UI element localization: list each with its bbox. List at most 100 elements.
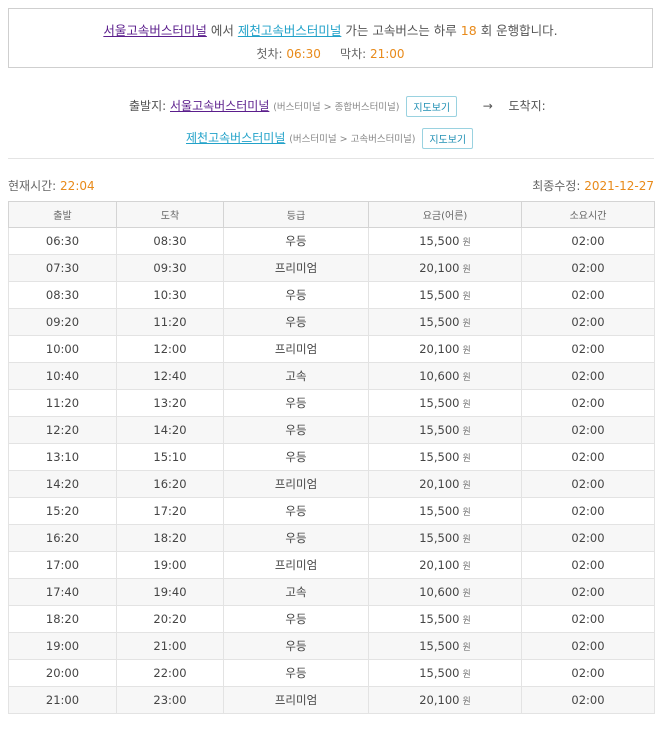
departure-label: 출발지:: [129, 99, 167, 113]
currency-unit: 원: [462, 535, 471, 545]
fare-cell: 20,100 원: [368, 551, 522, 579]
grade-cell: 우등: [223, 497, 369, 525]
grade-cell: 우등: [223, 632, 369, 660]
fare-cell: 15,500 원: [368, 632, 522, 660]
current-time: 현재시간: 22:04: [8, 177, 95, 194]
fare-value: 20,100: [419, 477, 460, 491]
departure-time-cell: 10:00: [8, 335, 117, 363]
fare-value: 15,500: [419, 450, 460, 464]
table-row: 08:30 10:30 우등 15,500 원 02:00: [8, 281, 655, 309]
daily-count: 18: [460, 23, 477, 38]
grade-cell: 우등: [223, 659, 369, 687]
grade-cell: 우등: [223, 605, 369, 633]
arrival-map-button[interactable]: 지도보기: [422, 128, 474, 149]
departure-time-cell: 14:20: [8, 470, 117, 498]
departure-time-cell: 10:40: [8, 362, 117, 390]
arrival-time-cell: 19:00: [116, 551, 224, 579]
grade-cell: 우등: [223, 389, 369, 417]
duration-cell: 02:00: [521, 416, 655, 444]
arrival-time-cell: 15:10: [116, 443, 224, 471]
arrival-path: (버스터미널 > 고속버스터미널): [289, 134, 416, 145]
duration-cell: 02:00: [521, 659, 655, 687]
arrival-time-cell: 14:20: [116, 416, 224, 444]
fare-value: 15,500: [419, 612, 460, 626]
table-row: 21:00 23:00 프리미엄 20,100 원 02:00: [8, 686, 655, 714]
departure-map-button[interactable]: 지도보기: [406, 96, 458, 117]
divider: [8, 158, 654, 159]
departure-time-cell: 17:00: [8, 551, 117, 579]
last-bus-time: 21:00: [369, 47, 405, 61]
departure-time-cell: 15:20: [8, 497, 117, 525]
fare-value: 15,500: [419, 396, 460, 410]
duration-cell: 02:00: [521, 362, 655, 390]
arrival-time-cell: 12:40: [116, 362, 224, 390]
duration-cell: 02:00: [521, 308, 655, 336]
arrival-terminal-link[interactable]: 제천고속버스터미널: [186, 131, 285, 145]
table-row: 06:30 08:30 우등 15,500 원 02:00: [8, 227, 655, 255]
summary-text-1: 에서: [210, 23, 234, 38]
fare-value: 15,500: [419, 315, 460, 329]
departure-terminal-link[interactable]: 서울고속버스터미널: [170, 99, 269, 113]
currency-unit: 원: [462, 508, 471, 518]
header-grade: 등급: [223, 201, 369, 228]
timetable-header-row: 출발 도착 등급 요금(어른) 소요시간: [8, 201, 655, 228]
currency-unit: 원: [462, 697, 471, 707]
duration-cell: 02:00: [521, 686, 655, 714]
route-arrow-icon: →: [482, 99, 493, 113]
duration-cell: 02:00: [521, 443, 655, 471]
arrival-time-cell: 13:20: [116, 389, 224, 417]
fare-cell: 15,500 원: [368, 281, 522, 309]
currency-unit: 원: [462, 373, 471, 383]
currency-unit: 원: [462, 265, 471, 275]
fare-cell: 15,500 원: [368, 227, 522, 255]
grade-cell: 고속: [223, 578, 369, 606]
duration-cell: 02:00: [521, 578, 655, 606]
fare-value: 10,600: [419, 585, 460, 599]
fare-value: 15,500: [419, 639, 460, 653]
last-bus-label: 막차:: [340, 47, 367, 61]
grade-cell: 우등: [223, 308, 369, 336]
departure-time-cell: 20:00: [8, 659, 117, 687]
arrival-time-cell: 09:30: [116, 254, 224, 282]
departure-time-cell: 11:20: [8, 389, 117, 417]
table-row: 15:20 17:20 우등 15,500 원 02:00: [8, 497, 655, 525]
duration-cell: 02:00: [521, 335, 655, 363]
currency-unit: 원: [462, 562, 471, 572]
departure-group: 출발지: 서울고속버스터미널 (버스터미널 > 종합버스터미널) 지도보기 → …: [129, 96, 546, 117]
duration-cell: 02:00: [521, 389, 655, 417]
arrival-group: 제천고속버스터미널 (버스터미널 > 고속버스터미널) 지도보기: [186, 128, 474, 149]
table-row: 12:20 14:20 우등 15,500 원 02:00: [8, 416, 655, 444]
arrival-time-cell: 08:30: [116, 227, 224, 255]
arrival-time-cell: 20:20: [116, 605, 224, 633]
table-row: 19:00 21:00 우등 15,500 원 02:00: [8, 632, 655, 660]
table-row: 11:20 13:20 우등 15,500 원 02:00: [8, 389, 655, 417]
arrival-time-cell: 19:40: [116, 578, 224, 606]
table-row: 10:40 12:40 고속 10,600 원 02:00: [8, 362, 655, 390]
currency-unit: 원: [462, 238, 471, 248]
departure-time-cell: 08:30: [8, 281, 117, 309]
grade-cell: 우등: [223, 227, 369, 255]
departure-time-cell: 17:40: [8, 578, 117, 606]
fare-cell: 15,500 원: [368, 308, 522, 336]
table-row: 14:20 16:20 프리미엄 20,100 원 02:00: [8, 470, 655, 498]
grade-cell: 프리미엄: [223, 254, 369, 282]
from-terminal-link[interactable]: 서울고속버스터미널: [103, 23, 207, 38]
duration-cell: 02:00: [521, 632, 655, 660]
arrival-time-cell: 22:00: [116, 659, 224, 687]
updated-date: 2021-12-27: [584, 179, 654, 193]
table-row: 17:00 19:00 프리미엄 20,100 원 02:00: [8, 551, 655, 579]
currency-unit: 원: [462, 643, 471, 653]
currency-unit: 원: [462, 319, 471, 329]
arrival-time-cell: 12:00: [116, 335, 224, 363]
arrival-time-cell: 21:00: [116, 632, 224, 660]
table-row: 10:00 12:00 프리미엄 20,100 원 02:00: [8, 335, 655, 363]
header-arrival: 도착: [116, 201, 224, 228]
timetable: 출발 도착 등급 요금(어른) 소요시간 06:30 08:30 우등 15,500 원…: [8, 201, 655, 714]
currency-unit: 원: [462, 481, 471, 491]
grade-cell: 우등: [223, 281, 369, 309]
grade-cell: 프리미엄: [223, 551, 369, 579]
header-duration: 소요시간: [521, 201, 655, 228]
to-terminal-link[interactable]: 제천고속버스터미널: [238, 23, 342, 38]
fare-value: 20,100: [419, 558, 460, 572]
duration-cell: 02:00: [521, 281, 655, 309]
